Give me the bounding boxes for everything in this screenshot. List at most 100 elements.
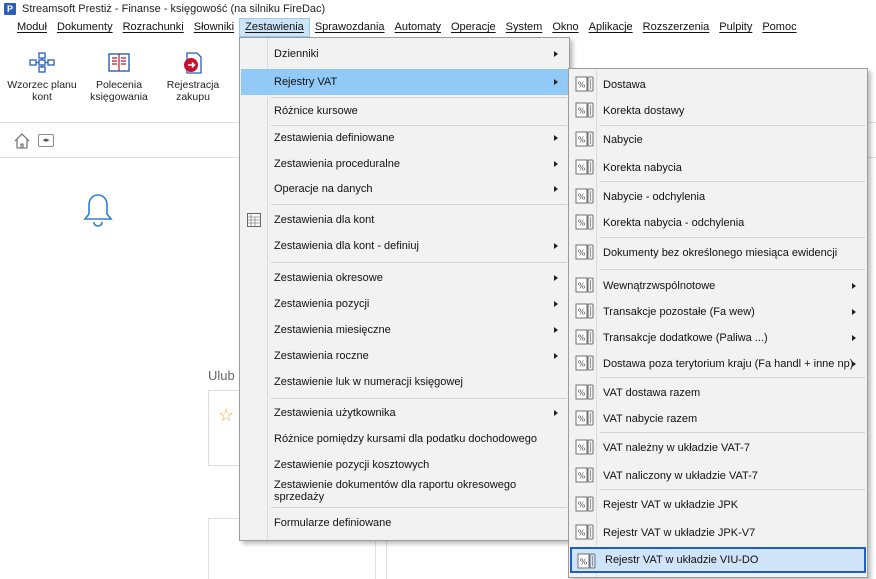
- vat-register-icon: %: [575, 75, 597, 94]
- menu-item-label: Rejestry VAT: [274, 76, 338, 88]
- menu-item-zestawienia-definiowane[interactable]: Zestawienia definiowane: [241, 125, 568, 151]
- menu-separator: [600, 432, 865, 433]
- menu-slowniki[interactable]: Słowniki: [189, 18, 239, 37]
- menu-separator: [271, 507, 567, 508]
- tab-scroll-icon[interactable]: ◂▸: [38, 134, 54, 147]
- vat-menu-item[interactable]: % Transakcje pozostałe (Fa wew): [570, 299, 866, 325]
- menu-automaty[interactable]: Automaty: [390, 18, 446, 37]
- vat-register-icon: %: [575, 495, 597, 514]
- menu-item-zestawienia-dla-kont[interactable]: Zestawienia dla kont: [241, 207, 568, 233]
- vat-menu-item[interactable]: % Rejestr VAT w układzie VIU-DO: [570, 547, 866, 573]
- menu-item-zestawienia-uzytkownika[interactable]: Zestawienia użytkownika: [241, 400, 568, 426]
- vat-register-icon: %: [575, 213, 597, 232]
- menu-item-label: Zestawienia miesięczne: [274, 324, 391, 336]
- menu-item-zestawienia-roczne[interactable]: Zestawienia roczne: [241, 343, 568, 369]
- vat-menu-item[interactable]: % Nabycie: [570, 127, 866, 153]
- submenu-arrow-icon: [554, 79, 558, 85]
- svg-text:%: %: [578, 334, 586, 343]
- menu-pulpity[interactable]: Pulpity: [714, 18, 757, 37]
- vat-menu-item[interactable]: % Rejestr VAT w układzie JPK: [570, 492, 866, 518]
- menu-sprawozdania[interactable]: Sprawozdania: [310, 18, 390, 37]
- vat-menu-item[interactable]: % VAT należny w układzie VAT-7: [570, 435, 866, 461]
- menu-item-zestawienia-proceduralne[interactable]: Zestawienia proceduralne: [241, 151, 568, 177]
- menu-modul[interactable]: Moduł: [12, 18, 52, 37]
- vat-menu-item[interactable]: % Dostawa: [570, 72, 866, 98]
- menu-item-label: Zestawienia roczne: [274, 350, 369, 362]
- menu-item-label: Operacje na danych: [274, 183, 373, 195]
- wzorzec-planu-kont-button[interactable]: Wzorzec planu kont: [4, 51, 80, 103]
- zestawienia-menu: Dzienniki Rejestry VAT Różnice kursowe Z…: [239, 37, 570, 541]
- menu-item-zestawienia-dla-kont-definiuj[interactable]: Zestawienia dla kont - definiuj: [241, 233, 568, 259]
- rejestracja-line1: Rejestracja: [166, 79, 220, 91]
- menu-item-label: Zestawienia dla kont: [274, 214, 375, 226]
- menu-pomoc[interactable]: Pomoc: [757, 18, 801, 37]
- menu-bar: Moduł Dokumenty Rozrachunki Słowniki Zes…: [0, 18, 876, 37]
- ledger-icon: [108, 53, 130, 72]
- menu-item-zestawienie-pozycji-kosztowych[interactable]: Zestawienie pozycji kosztowych: [241, 452, 568, 478]
- menu-item-operacje-na-danych[interactable]: Operacje na danych: [241, 176, 568, 202]
- menu-separator: [600, 489, 865, 490]
- submenu-arrow-icon: [852, 361, 856, 367]
- submenu-arrow-icon: [554, 186, 558, 192]
- menu-item-label: Korekta nabycia: [603, 162, 682, 174]
- menu-system[interactable]: System: [501, 18, 548, 37]
- menu-item-label: Korekta nabycia - odchylenia: [603, 217, 745, 229]
- title-bar: P Streamsoft Prestiż - Finanse - księgow…: [0, 0, 876, 18]
- menu-rozrachunki[interactable]: Rozrachunki: [118, 18, 189, 37]
- menu-dokumenty[interactable]: Dokumenty: [52, 18, 118, 37]
- menu-separator: [600, 125, 865, 126]
- vat-menu-item[interactable]: % Transakcje dodatkowe (Paliwa ...): [570, 325, 866, 351]
- svg-text:%: %: [578, 444, 586, 453]
- menu-item-label: Nabycie - odchylenia: [603, 191, 706, 203]
- vat-menu-item[interactable]: % Korekta nabycia - odchylenia: [570, 210, 866, 236]
- vat-menu-item[interactable]: % Dostawa poza terytorium kraju (Fa handl…: [570, 351, 866, 377]
- menu-separator: [600, 237, 865, 238]
- menu-item-dzienniki[interactable]: Dzienniki: [241, 41, 568, 67]
- bell-icon[interactable]: [82, 192, 114, 228]
- vat-menu-item[interactable]: % Korekta nabycia: [570, 155, 866, 181]
- menu-operacje[interactable]: Operacje: [446, 18, 501, 37]
- vat-menu-item[interactable]: % VAT nabycie razem: [570, 406, 866, 432]
- menu-item-label: Rejestr VAT w układzie JPK-V7: [603, 527, 756, 539]
- home-icon[interactable]: [13, 132, 31, 150]
- vat-register-icon: %: [575, 328, 597, 347]
- vat-menu-item[interactable]: % VAT naliczony w układzie VAT-7: [570, 463, 866, 489]
- vat-menu-item[interactable]: % Korekta dostawy: [570, 98, 866, 124]
- menu-zestawienia[interactable]: Zestawienia: [239, 18, 310, 37]
- menu-item-zestawienie-luk[interactable]: Zestawienie luk w numeracji księgowej: [241, 369, 568, 395]
- rejestracja-zakupu-button[interactable]: Rejestracja zakupu: [160, 51, 226, 103]
- app-logo-icon: P: [4, 3, 16, 15]
- menu-item-formularze-definiowane[interactable]: Formularze definiowane: [241, 510, 568, 536]
- menu-item-label: Zestawienia pozycji: [274, 298, 370, 310]
- favorites-card[interactable]: [208, 390, 240, 466]
- menu-item-rejestry-vat[interactable]: Rejestry VAT: [241, 69, 568, 95]
- star-icon[interactable]: ☆: [218, 405, 234, 426]
- menu-item-label: Zestawienia dla kont - definiuj: [274, 240, 419, 252]
- org-chart-icon: [29, 52, 55, 73]
- menu-item-label: VAT naliczony w układzie VAT-7: [603, 470, 758, 482]
- menu-item-roznice-pomiedzy-kursami[interactable]: Różnice pomiędzy kursami dla podatku doc…: [241, 426, 568, 452]
- vat-menu-item[interactable]: % Wewnątrzwspólnotowe: [570, 273, 866, 299]
- menu-item-label: Korekta dostawy: [603, 105, 685, 117]
- menu-okno[interactable]: Okno: [547, 18, 583, 37]
- menu-item-label: Wewnątrzwspólnotowe: [603, 280, 716, 292]
- submenu-arrow-icon: [554, 410, 558, 416]
- menu-rozszerzenia[interactable]: Rozszerzenia: [638, 18, 715, 37]
- svg-text:%: %: [578, 282, 586, 291]
- svg-text:%: %: [578, 529, 586, 538]
- vat-menu-item[interactable]: % VAT dostawa razem: [570, 380, 866, 406]
- svg-text:%: %: [578, 219, 586, 228]
- menu-item-zestawienie-dokumentow[interactable]: Zestawienie dokumentów dla raportu okres…: [241, 478, 568, 504]
- menu-aplikacje[interactable]: Aplikacje: [584, 18, 638, 37]
- vat-menu-item[interactable]: % Nabycie - odchylenia: [570, 184, 866, 210]
- submenu-arrow-icon: [554, 243, 558, 249]
- menu-item-label: VAT należny w układzie VAT-7: [603, 442, 750, 454]
- menu-item-roznice-kursowe[interactable]: Różnice kursowe: [241, 98, 568, 124]
- polecenia-ksiegowania-button[interactable]: Polecenia księgowania: [84, 51, 154, 103]
- vat-menu-item[interactable]: % Dokumenty bez określonego miesiąca ewid…: [570, 240, 866, 266]
- menu-item-zestawienia-miesieczne[interactable]: Zestawienia miesięczne: [241, 317, 568, 343]
- menu-item-zestawienia-okresowe[interactable]: Zestawienia okresowe: [241, 265, 568, 291]
- menu-item-zestawienia-pozycji[interactable]: Zestawienia pozycji: [241, 291, 568, 317]
- submenu-arrow-icon: [852, 309, 856, 315]
- vat-menu-item[interactable]: % Rejestr VAT w układzie JPK-V7: [570, 520, 866, 546]
